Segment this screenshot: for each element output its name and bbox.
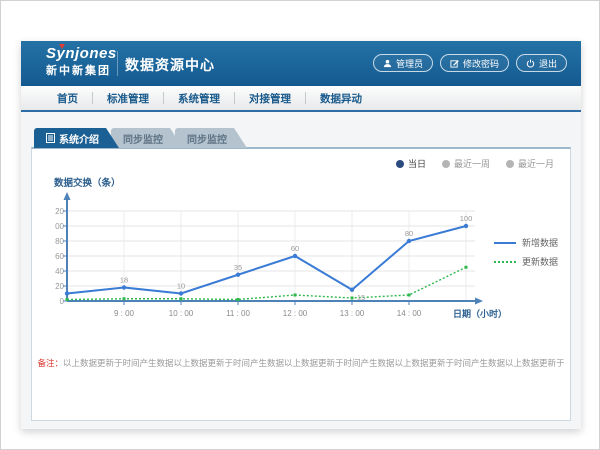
time-range-filter: 当日 最近一周 最近一月 [396, 157, 554, 170]
svg-text:11 : 00: 11 : 00 [226, 309, 250, 318]
radio-option-3[interactable]: 最近一月 [506, 157, 554, 170]
brand-logo: Synjones 新中新集团 [46, 46, 117, 77]
legend-item-1[interactable]: 新增数据 [494, 233, 558, 252]
radio-dot [396, 160, 404, 168]
document-icon [46, 133, 55, 143]
page-title: 数据资源中心 [125, 55, 215, 75]
svg-text:15: 15 [357, 293, 365, 302]
brand-logo-text: Synjones [46, 46, 117, 63]
power-icon [526, 59, 535, 68]
svg-text:60: 60 [291, 244, 299, 253]
header-button-3[interactable]: 退出 [516, 54, 567, 72]
svg-text:10: 10 [177, 282, 185, 291]
header-actions: 管理员修改密码退出 [373, 54, 567, 72]
main-nav: 首页标准管理系统管理对接管理数据异动 [21, 86, 581, 112]
app-header: Synjones 新中新集团 数据资源中心 管理员修改密码退出 [21, 41, 581, 86]
user-icon [383, 59, 392, 68]
nav-item-1[interactable]: 首页 [43, 91, 92, 106]
content-panel: 当日最近一周最近一月 数据交换（条） 0204060801001209 : 00… [31, 147, 571, 421]
legend-line-sample [494, 242, 516, 244]
svg-text:9 : 00: 9 : 00 [114, 309, 135, 318]
legend-line-sample [494, 261, 516, 263]
svg-text:80: 80 [405, 229, 413, 238]
tab-3[interactable]: 同步监控 [175, 128, 247, 148]
tab-bar: 系统介绍同步监控同步监控 [34, 128, 239, 148]
header-divider [117, 51, 118, 76]
svg-text:35: 35 [234, 263, 242, 272]
browser-viewport: Synjones 新中新集团 数据资源中心 管理员修改密码退出 首页标准管理系统… [0, 0, 600, 450]
nav-item-4[interactable]: 对接管理 [235, 91, 305, 106]
nav-item-5[interactable]: 数据异动 [306, 91, 376, 106]
footnote-text: 以上数据更新于时间产生数据以上数据更新于时间产生数据以上数据更新于时间产生数据以… [63, 358, 565, 368]
svg-text:14 : 00: 14 : 00 [397, 309, 422, 318]
header-button-1[interactable]: 管理员 [373, 54, 433, 72]
footnote-prefix: 备注： [37, 358, 63, 368]
radio-option-1[interactable]: 当日 [396, 157, 426, 170]
nav-item-3[interactable]: 系统管理 [164, 91, 234, 106]
logo-accent-mark [59, 44, 65, 49]
footnote: 备注：以上数据更新于时间产生数据以上数据更新于时间产生数据以上数据更新于时间产生… [32, 357, 570, 369]
svg-text:12 : 00: 12 : 00 [283, 309, 308, 318]
svg-text:13 : 00: 13 : 00 [340, 309, 365, 318]
edit-icon [450, 59, 459, 68]
page-card: Synjones 新中新集团 数据资源中心 管理员修改密码退出 首页标准管理系统… [21, 41, 581, 429]
radio-option-2[interactable]: 最近一周 [442, 157, 490, 170]
chart-y-axis-title: 数据交换（条） [54, 175, 121, 189]
tab-1[interactable]: 系统介绍 [34, 128, 119, 148]
svg-text:100: 100 [460, 214, 473, 223]
radio-dot [506, 160, 514, 168]
svg-text:18: 18 [120, 276, 128, 285]
svg-text:日期（小时）: 日期（小时） [453, 308, 507, 319]
tab-2[interactable]: 同步监控 [111, 128, 183, 148]
header-button-2[interactable]: 修改密码 [440, 54, 509, 72]
radio-dot [442, 160, 450, 168]
line-chart: 0204060801001209 : 0010 : 0011 : 0012 : … [55, 189, 555, 331]
legend-item-2[interactable]: 更新数据 [494, 252, 558, 271]
chart-legend: 新增数据更新数据 [494, 233, 558, 271]
brand-logo-subtext: 新中新集团 [46, 65, 117, 77]
nav-item-2[interactable]: 标准管理 [93, 91, 163, 106]
svg-text:10 : 00: 10 : 00 [169, 309, 194, 318]
